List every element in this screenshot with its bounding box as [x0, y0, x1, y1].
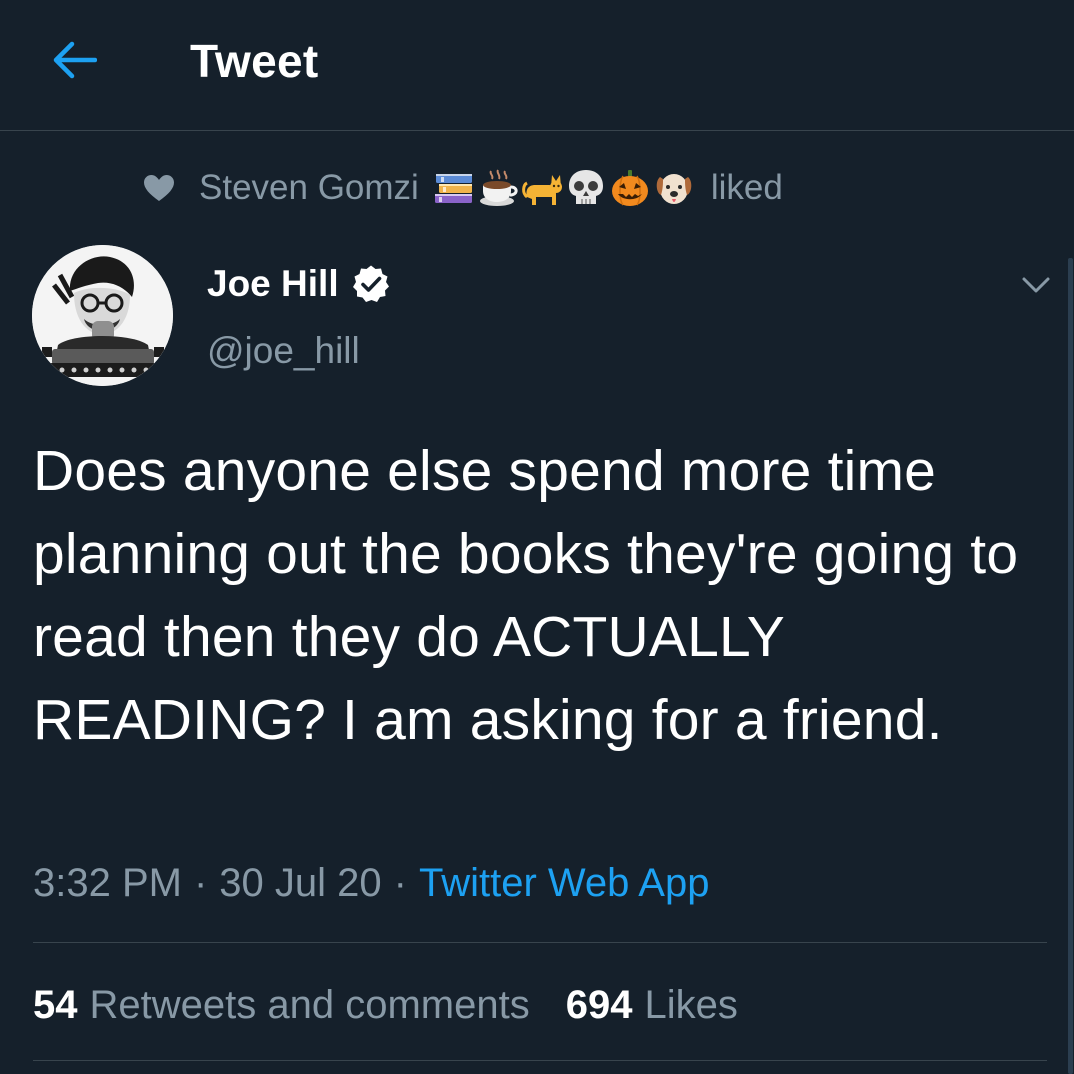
tweet-options-button[interactable]: [1016, 268, 1056, 302]
scrollbar[interactable]: [1068, 258, 1073, 1074]
arrow-left-icon: [53, 41, 97, 79]
chevron-down-icon: [1022, 277, 1050, 293]
meta-separator: ·: [393, 860, 407, 905]
divider: [33, 1060, 1047, 1061]
retweets-label: Retweets and comments: [89, 982, 530, 1027]
liker-name: Steven Gomzi: [199, 168, 419, 207]
likes-count: 694: [565, 982, 633, 1027]
tweet-time: 3:32 PM: [33, 860, 182, 905]
author-handle[interactable]: @joe_hill: [207, 330, 360, 372]
tweet-text: Does anyone else spend more time plannin…: [33, 439, 1019, 752]
verified-badge-icon: [352, 265, 389, 302]
heart-icon: [144, 175, 174, 201]
author-avatar[interactable]: [32, 245, 173, 386]
coffee-emoji: [479, 169, 518, 206]
retweets-count: 54: [33, 982, 78, 1027]
liker-emoji-row: [433, 167, 697, 209]
dog-face-emoji: [656, 174, 692, 204]
divider: [33, 942, 1047, 943]
top-app-bar: Tweet: [0, 0, 1074, 131]
avatar-illustration: [32, 245, 173, 386]
author-display-name: Joe Hill: [207, 263, 339, 304]
back-button[interactable]: [48, 36, 100, 84]
likes-label: Likes: [644, 982, 738, 1027]
cat-emoji: [521, 175, 562, 205]
liked-label: liked: [710, 168, 783, 207]
tweet-source-link[interactable]: Twitter Web App: [419, 861, 710, 906]
author-name[interactable]: Joe Hill: [207, 262, 391, 306]
tweet-stats: 54 Retweets and comments 694 Likes: [33, 980, 738, 1030]
tweet-detail-screen: Tweet Steven Gomzi liked Joe Hill @joe_h…: [0, 0, 1074, 1074]
jack-o-lantern-emoji: [611, 170, 648, 206]
tweet-date: 30 Jul 20: [219, 860, 382, 905]
meta-separator: ·: [193, 860, 208, 905]
retweets-stat[interactable]: 54 Retweets and comments: [33, 983, 530, 1028]
page-title: Tweet: [190, 35, 319, 87]
skull-emoji: [568, 170, 603, 204]
tweet-meta: 3:32 PM · 30 Jul 20 · Twitter Web App: [33, 857, 709, 909]
likes-stat[interactable]: 694 Likes: [566, 983, 738, 1028]
social-context[interactable]: Steven Gomzi liked: [143, 165, 783, 211]
books-emoji: [434, 174, 472, 203]
